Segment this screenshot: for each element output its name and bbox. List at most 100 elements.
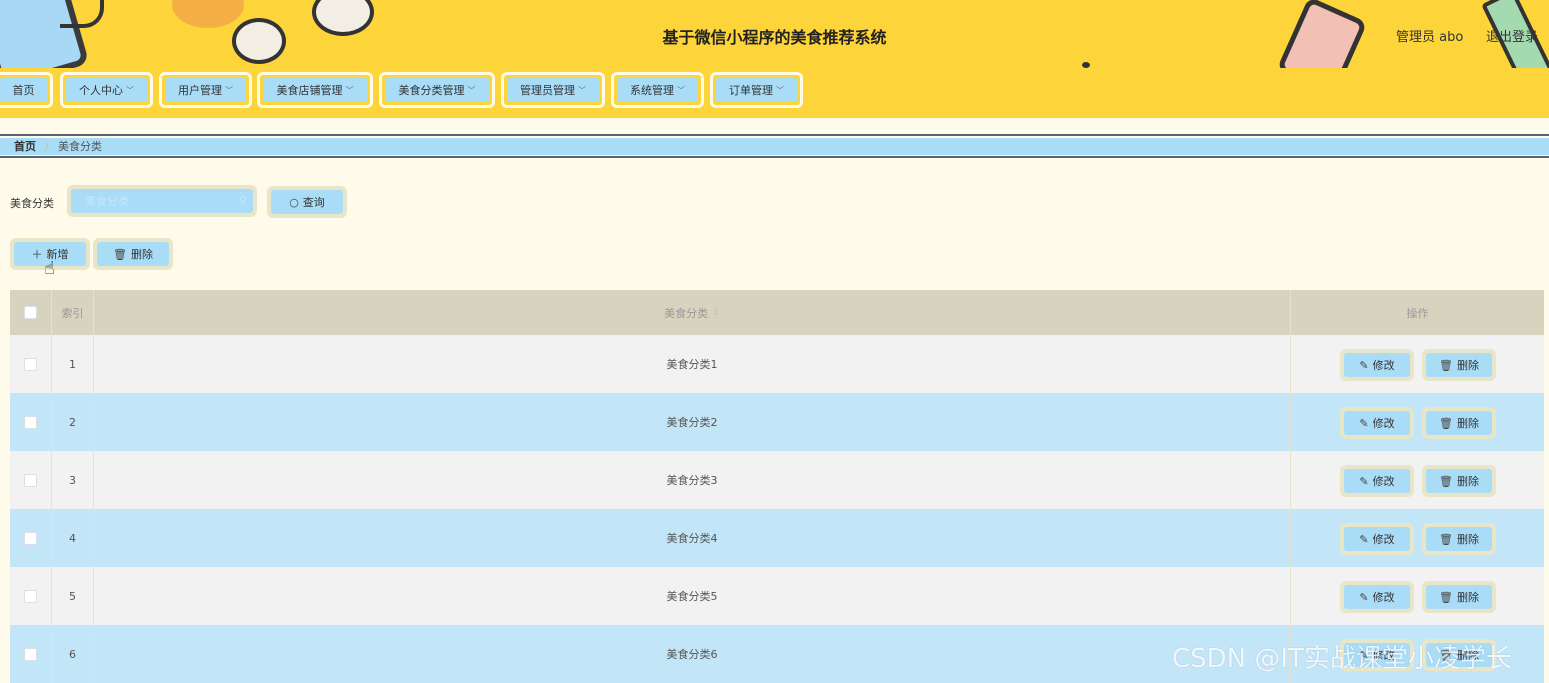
delete-button-frame: 🗑 删除 <box>1422 349 1496 381</box>
chevron-down-icon: ﹀ <box>578 85 586 95</box>
row-checkbox[interactable] <box>24 589 37 603</box>
search-button[interactable]: ○ 查询 <box>271 190 343 214</box>
nav-item-categories[interactable]: 美食分类管理 ﹀ <box>379 72 495 108</box>
nav-label: 系统管理 <box>630 84 674 97</box>
breadcrumb-home[interactable]: 首页 <box>14 138 36 155</box>
delete-button[interactable]: 🗑 删除 <box>1426 411 1492 435</box>
row-name: 美食分类6 <box>94 625 1291 683</box>
nav-item-system[interactable]: 系统管理 ﹀ <box>611 72 704 108</box>
select-all-checkbox[interactable] <box>24 306 37 319</box>
search-button-label: 查询 <box>302 196 325 209</box>
table-header: 索引 美食分类 ⇕ 操作 <box>10 290 1544 335</box>
search-icon: ○ <box>289 195 299 209</box>
edit-button-frame: ✎ 修改 <box>1340 465 1414 497</box>
nav-item-admins[interactable]: 管理员管理 ﹀ <box>501 72 605 108</box>
trash-icon: 🗑 <box>1439 532 1453 546</box>
trash-icon: 🗑 <box>1439 590 1453 604</box>
row-name: 美食分类2 <box>94 393 1291 451</box>
table-row: 5 美食分类5 ✎ 修改 🗑 删除 <box>10 567 1544 625</box>
edit-button[interactable]: ✎ 修改 <box>1344 411 1410 435</box>
edit-button-frame: ✎ 修改 <box>1340 349 1414 381</box>
row-index: 5 <box>52 567 94 625</box>
row-name: 美食分类4 <box>94 509 1291 567</box>
row-checkbox[interactable] <box>24 531 37 545</box>
edit-button[interactable]: ✎ 修改 <box>1344 353 1410 377</box>
row-ops: ✎ 修改 🗑 删除 <box>1291 335 1544 393</box>
edit-icon: ✎ <box>1359 474 1369 488</box>
delete-button[interactable]: 🗑 删除 <box>1426 353 1492 377</box>
delete-button-frame: 🗑 删除 <box>1422 465 1496 497</box>
trash-icon: 🗑 <box>1439 358 1453 372</box>
top-nav: 首页 个人中心 ﹀ 用户管理 ﹀ 美食店铺管理 ﹀ 美食分类管理 ﹀ 管理员管理 ﹀ 系统… <box>0 68 1549 118</box>
chevron-down-icon: ﹀ <box>467 85 476 95</box>
row-ops: ✎ 修改 🗑 删除 <box>1291 509 1544 567</box>
row-select-cell <box>10 625 52 683</box>
nav-label: 个人中心 <box>79 84 123 97</box>
hand-pointer-icon: ☝ <box>44 258 55 279</box>
delete-label: 删除 <box>1456 359 1479 372</box>
delete-button[interactable]: 🗑 删除 <box>1426 585 1492 609</box>
nav-item-profile[interactable]: 个人中心 ﹀ <box>60 72 153 108</box>
search-input[interactable] <box>71 189 253 213</box>
user-name: 管理员 abo <box>1396 30 1464 45</box>
watermark: CSDN @IT实战课堂小凌学长 <box>1172 644 1512 674</box>
logout-link[interactable]: 退出登录 <box>1486 26 1538 45</box>
edit-button[interactable]: ✎ 修改 <box>1344 527 1410 551</box>
nav-label: 首页 <box>12 84 35 97</box>
nav-item-shops[interactable]: 美食店铺管理 ﹀ <box>257 72 373 108</box>
delete-button-frame: 🗑 删除 <box>1422 407 1496 439</box>
search-button-frame: ○ 查询 <box>267 186 347 218</box>
table-row: 4 美食分类4 ✎ 修改 🗑 删除 <box>10 509 1544 567</box>
edit-icon: ✎ <box>1359 358 1369 372</box>
table-row: 3 美食分类3 ✎ 修改 🗑 删除 <box>10 451 1544 509</box>
trash-icon: 🗑 <box>1439 416 1453 430</box>
table-row: 1 美食分类1 ✎ 修改 🗑 删除 <box>10 335 1544 393</box>
delete-button-frame: 🗑 删除 <box>1422 581 1496 613</box>
edit-button[interactable]: ✎ 修改 <box>1344 585 1410 609</box>
divider <box>0 156 1549 158</box>
edit-button-frame: ✎ 修改 <box>1340 581 1414 613</box>
page-title: 基于微信小程序的美食推荐系统 <box>662 28 887 47</box>
header-name[interactable]: 美食分类 ⇕ <box>94 290 1291 335</box>
divider <box>0 134 1549 136</box>
delete-label: 删除 <box>1456 533 1479 546</box>
edit-button-frame: ✎ 修改 <box>1340 407 1414 439</box>
row-select-cell <box>10 451 52 509</box>
edit-label: 修改 <box>1372 417 1395 430</box>
edit-button[interactable]: ✎ 修改 <box>1344 469 1410 493</box>
header-index: 索引 <box>52 290 94 335</box>
search-field: ⚲ <box>67 185 257 217</box>
table-row: 2 美食分类2 ✎ 修改 🗑 删除 <box>10 393 1544 451</box>
breadcrumb: 首页 / 美食分类 <box>0 138 1549 155</box>
nav-label: 美食店铺管理 <box>276 84 343 97</box>
header: 基于微信小程序的美食推荐系统 管理员 abo 退出登录 <box>0 0 1549 68</box>
row-checkbox[interactable] <box>24 473 37 487</box>
row-checkbox[interactable] <box>24 415 37 429</box>
row-ops: ✎ 修改 🗑 删除 <box>1291 393 1544 451</box>
nav-label: 管理员管理 <box>520 84 575 97</box>
nav-item-users[interactable]: 用户管理 ﹀ <box>159 72 252 108</box>
delete-label: 删除 <box>1456 475 1479 488</box>
nav-label: 订单管理 <box>729 84 773 97</box>
edit-button-frame: ✎ 修改 <box>1340 523 1414 555</box>
plus-icon: ＋ <box>31 248 43 261</box>
row-name: 美食分类5 <box>94 567 1291 625</box>
nav-item-orders[interactable]: 订单管理 ﹀ <box>710 72 803 108</box>
search-label: 美食分类 <box>10 197 54 210</box>
nav-item-home[interactable]: 首页 <box>0 72 53 108</box>
edit-icon: ✎ <box>1359 590 1369 604</box>
edit-label: 修改 <box>1372 533 1395 546</box>
edit-label: 修改 <box>1372 475 1395 488</box>
row-checkbox[interactable] <box>24 647 37 661</box>
edit-icon: ✎ <box>1359 416 1369 430</box>
edit-icon: ✎ <box>1359 532 1369 546</box>
trash-icon: 🗑 <box>113 247 127 261</box>
row-name: 美食分类3 <box>94 451 1291 509</box>
chevron-down-icon: ﹀ <box>677 85 685 95</box>
batch-delete-button[interactable]: 🗑 删除 <box>97 242 169 266</box>
row-checkbox[interactable] <box>24 357 37 371</box>
chevron-down-icon: ﹀ <box>345 85 354 95</box>
delete-button[interactable]: 🗑 删除 <box>1426 527 1492 551</box>
delete-button[interactable]: 🗑 删除 <box>1426 469 1492 493</box>
sort-icon[interactable]: ⇕ <box>713 308 720 317</box>
